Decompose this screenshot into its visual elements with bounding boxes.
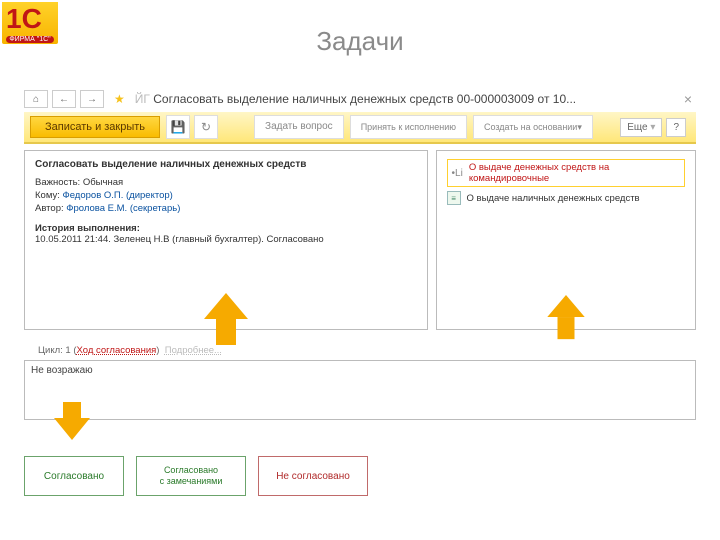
browser-bar: ⌂ ← → ★ ЙГ Согласовать выделение наличны…: [24, 88, 696, 110]
refresh-icon[interactable]: ↻: [194, 115, 218, 139]
ribbon: Записать и закрыть 💾 ↻ Задать вопрос При…: [24, 112, 696, 144]
author-row: Автор: Фролова Е.М. (секретарь): [35, 202, 417, 215]
importance-row: Важность: Обычная: [35, 176, 417, 189]
attachment-text: О выдаче денежных средств на командирово…: [469, 162, 680, 184]
close-tab-button[interactable]: ×: [680, 91, 696, 107]
cycle-progress-link[interactable]: Ход согласования: [77, 345, 157, 356]
bullet-icon: •Li: [452, 168, 463, 179]
home-button[interactable]: ⌂: [24, 90, 48, 108]
to-row: Кому: Федоров О.П. (директор): [35, 189, 417, 202]
document-icon: ≡: [447, 191, 461, 205]
arrow-up-right: [547, 295, 584, 317]
favorite-icon[interactable]: ★: [114, 92, 125, 106]
to-link[interactable]: Федоров О.П. (директор): [63, 190, 173, 201]
history-line: 10.05.2011 21:44. Зеленец Н.В (главный б…: [35, 234, 417, 245]
decision-buttons: Согласовано Согласовано с замечаниями Не…: [24, 456, 696, 496]
accept-button[interactable]: Принять к исполнению: [350, 115, 467, 139]
create-on-basis-label: Создать на основании: [484, 122, 577, 132]
create-on-basis-button[interactable]: Создать на основании ▾: [473, 115, 593, 139]
ask-question-button[interactable]: Задать вопрос: [254, 115, 344, 139]
page-title: Задачи: [0, 26, 720, 57]
task-panel: Согласовать выделение наличных денежных …: [24, 150, 428, 330]
cycle-info: Цикл: 1 (Ход согласования) Подробнее...: [38, 345, 222, 356]
forward-button[interactable]: →: [80, 90, 104, 108]
logo-1c: 1С ФИРМА "1С": [2, 2, 58, 44]
save-icon[interactable]: 💾: [166, 115, 190, 139]
author-link[interactable]: Фролова Е.М. (секретарь): [66, 203, 180, 214]
logo-sub: ФИРМА "1С": [6, 36, 54, 43]
main-panels: Согласовать выделение наличных денежных …: [24, 150, 696, 330]
breadcrumb: ЙГ Согласовать выделение наличных денежн…: [135, 92, 676, 106]
comment-textarea[interactable]: Не возражаю: [24, 360, 696, 420]
not-approved-button[interactable]: Не согласовано: [258, 456, 368, 496]
approved-button[interactable]: Согласовано: [24, 456, 124, 496]
task-heading: Согласовать выделение наличных денежных …: [35, 159, 417, 170]
history-label: История выполнения:: [35, 223, 417, 234]
cycle-more-link[interactable]: Подробнее...: [165, 345, 222, 356]
attachment-row[interactable]: •Li О выдаче денежных средств на команди…: [447, 159, 685, 187]
attachment-row[interactable]: ≡ О выдаче наличных денежных средств: [447, 191, 685, 205]
approved-with-remarks-button[interactable]: Согласовано с замечаниями: [136, 456, 246, 496]
arrow-down: [54, 418, 90, 440]
attachment-text: О выдаче наличных денежных средств: [467, 193, 640, 204]
comment-value: Не возражаю: [31, 365, 93, 376]
breadcrumb-title: Согласовать выделение наличных денежных …: [153, 92, 576, 106]
breadcrumb-prefix: ЙГ: [135, 92, 150, 106]
attachments-panel: •Li О выдаче денежных средств на команди…: [436, 150, 696, 330]
save-and-close-button[interactable]: Записать и закрыть: [30, 116, 160, 138]
back-button[interactable]: ←: [52, 90, 76, 108]
more-button[interactable]: Еще ▾: [620, 118, 662, 137]
help-button[interactable]: ?: [666, 118, 686, 137]
logo-main: 1С: [6, 2, 42, 36]
arrow-up-left: [204, 293, 248, 319]
